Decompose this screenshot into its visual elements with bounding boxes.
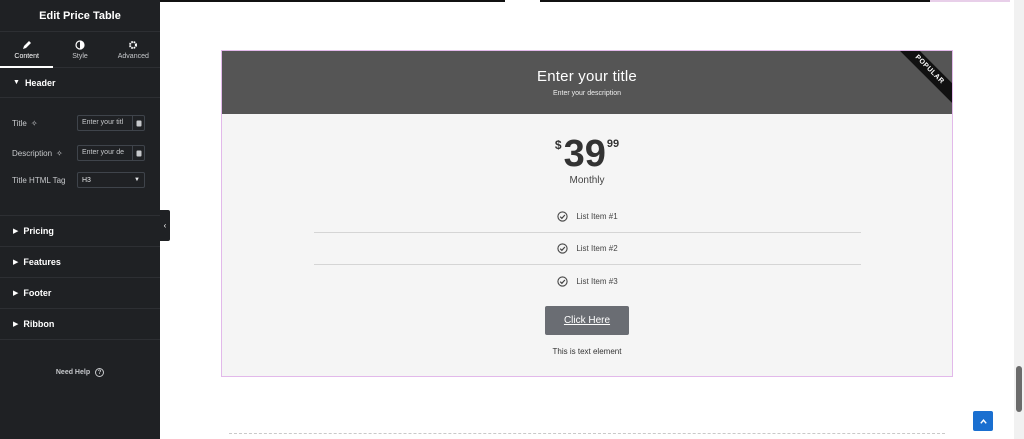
divider	[160, 0, 505, 2]
help-icon: ?	[95, 368, 105, 377]
price-table-widget[interactable]: Enter your title Enter your description …	[221, 50, 953, 377]
dynamic-tags-button[interactable]	[132, 145, 145, 161]
list-item-text: List Item #3	[576, 276, 618, 286]
divider	[930, 0, 1010, 2]
scrollbar-thumb[interactable]	[1016, 366, 1022, 412]
section-features-toggle[interactable]: ▶ Features	[0, 247, 160, 278]
chevron-left-icon: ‹	[163, 221, 167, 230]
ai-sparkle-icon[interactable]: ✧	[56, 149, 63, 158]
chevron-up-icon	[979, 418, 987, 424]
scroll-to-top-button[interactable]	[973, 411, 993, 431]
divider	[540, 0, 930, 2]
description-label-text: Description	[12, 148, 53, 158]
title-label-text: Title	[12, 118, 27, 128]
price-table-header: Enter your title Enter your description	[222, 51, 952, 114]
price: $ 39 99	[222, 135, 952, 173]
check-circle-icon	[557, 243, 568, 254]
description-control-label: Description ✧	[12, 149, 77, 158]
panel-tabs: Content Style Advanced	[0, 32, 160, 68]
list-item: List Item #2	[314, 233, 861, 265]
section-pricing-toggle[interactable]: ▶ Pricing	[0, 216, 160, 247]
scrollbar[interactable]	[1014, 0, 1024, 439]
database-icon	[136, 150, 141, 156]
section-ribbon-toggle[interactable]: ▶ Ribbon	[0, 309, 160, 340]
tab-style-label: Style	[72, 52, 88, 60]
tab-advanced-label: Advanced	[117, 52, 149, 60]
section-footer-label: Footer	[23, 288, 52, 298]
section-footer-toggle[interactable]: ▶ Footer	[0, 278, 160, 309]
html-tag-value: H3	[82, 176, 91, 184]
need-help-link[interactable]: Need Help ?	[0, 368, 160, 377]
check-circle-icon	[557, 211, 568, 222]
caret-right-icon: ▶	[13, 290, 19, 297]
chevron-down-icon: ▼	[134, 177, 140, 183]
list-item-text: List Item #2	[576, 244, 618, 253]
tab-advanced[interactable]: Advanced	[107, 32, 160, 67]
tab-content[interactable]: Content	[0, 32, 54, 68]
database-icon	[136, 120, 141, 126]
title-control-label: Title ✧	[12, 119, 77, 128]
list-item: List Item #1	[314, 201, 861, 233]
description-control: Description ✧ Enter your de	[12, 144, 148, 162]
list-item: List Item #3	[314, 265, 861, 297]
html-tag-control: Title HTML Tag H3 ▼	[12, 171, 148, 189]
editor-sidebar: Edit Price Table Content Style Advanced …	[0, 0, 160, 439]
html-tag-label: Title HTML Tag	[12, 175, 66, 185]
header-controls: Title ✧ Enter your titl Description ✧ En…	[0, 98, 160, 216]
price-table-title: Enter your title	[537, 68, 637, 85]
section-header-toggle[interactable]: ▼ Header	[0, 68, 160, 98]
caret-right-icon: ▶	[13, 259, 19, 266]
html-tag-select[interactable]: H3 ▼	[77, 172, 145, 188]
gear-icon	[129, 40, 138, 49]
panel-title: Edit Price Table	[0, 0, 160, 32]
title-input[interactable]: Enter your titl	[77, 115, 132, 131]
dynamic-tags-button[interactable]	[132, 115, 145, 131]
tab-style[interactable]: Style	[53, 32, 106, 67]
section-drop-area	[229, 433, 945, 434]
caret-right-icon: ▶	[13, 321, 19, 328]
price-fraction: 99	[606, 138, 620, 150]
section-ribbon-label: Ribbon	[23, 319, 55, 329]
caret-right-icon: ▶	[13, 228, 19, 235]
description-input[interactable]: Enter your de	[77, 145, 132, 161]
canvas-top-edge	[160, 0, 1010, 2]
check-circle-icon	[557, 275, 568, 287]
click-here-button[interactable]: Click Here	[545, 306, 629, 335]
title-control: Title ✧ Enter your titl	[12, 114, 148, 132]
features-list: List Item #1 List Item #2 List Item #3	[314, 201, 861, 297]
price-currency: $	[554, 138, 562, 152]
need-help-label: Need Help	[55, 369, 91, 376]
price-table-description: Enter your description	[552, 90, 622, 97]
tab-content-label: Content	[14, 52, 39, 60]
caret-down-icon: ▼	[13, 79, 20, 86]
ai-sparkle-icon[interactable]: ✧	[31, 119, 38, 128]
pencil-icon	[22, 40, 31, 49]
contrast-icon	[75, 39, 85, 50]
collapse-panel-button[interactable]: ‹	[160, 210, 170, 241]
list-item-text: List Item #1	[576, 212, 618, 221]
section-header-label: Header	[24, 77, 56, 88]
footer-text: This is text element	[552, 347, 622, 356]
price-period: Monthly	[569, 175, 605, 186]
price-amount: 39	[563, 133, 606, 175]
section-pricing-label: Pricing	[23, 226, 54, 236]
section-features-label: Features	[23, 257, 61, 267]
